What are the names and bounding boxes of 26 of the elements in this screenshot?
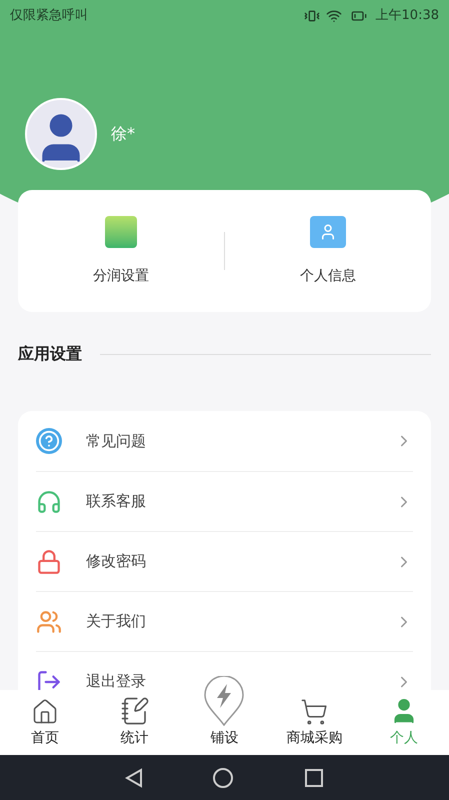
id-card-icon xyxy=(310,216,346,248)
help-icon xyxy=(36,428,62,454)
tab[interactable]: 统计 xyxy=(90,690,180,755)
status-time: 上午10:38 xyxy=(376,7,439,26)
section-title: 应用设置 xyxy=(18,343,82,365)
shortcut-button[interactable]: 分润设置 xyxy=(18,216,224,286)
people-icon xyxy=(36,608,62,634)
recents-square-icon xyxy=(304,768,324,788)
menu-item[interactable]: 修改密码 xyxy=(36,531,413,591)
user-name: 徐* xyxy=(111,123,135,145)
home-circle-icon xyxy=(212,766,234,788)
vibrate-icon xyxy=(304,8,320,24)
menu-item[interactable]: 关于我们 xyxy=(36,591,413,651)
notepad-pen-icon xyxy=(120,696,150,726)
menu-item[interactable]: 联系客服 xyxy=(36,471,413,531)
wifi-icon xyxy=(326,8,342,24)
status-notice: 仅限紧急呼叫 xyxy=(10,7,88,26)
tab[interactable]: 首页 xyxy=(0,690,90,755)
tab[interactable]: 商城采购 xyxy=(269,690,360,755)
menu-item[interactable]: 常见问题 xyxy=(36,411,413,471)
back-icon xyxy=(124,768,143,788)
home-icon xyxy=(30,698,59,726)
shortcut-button[interactable]: 个人信息 xyxy=(225,216,431,286)
lock-icon xyxy=(36,548,62,574)
cart-icon xyxy=(299,698,330,726)
logout-icon xyxy=(36,668,62,690)
